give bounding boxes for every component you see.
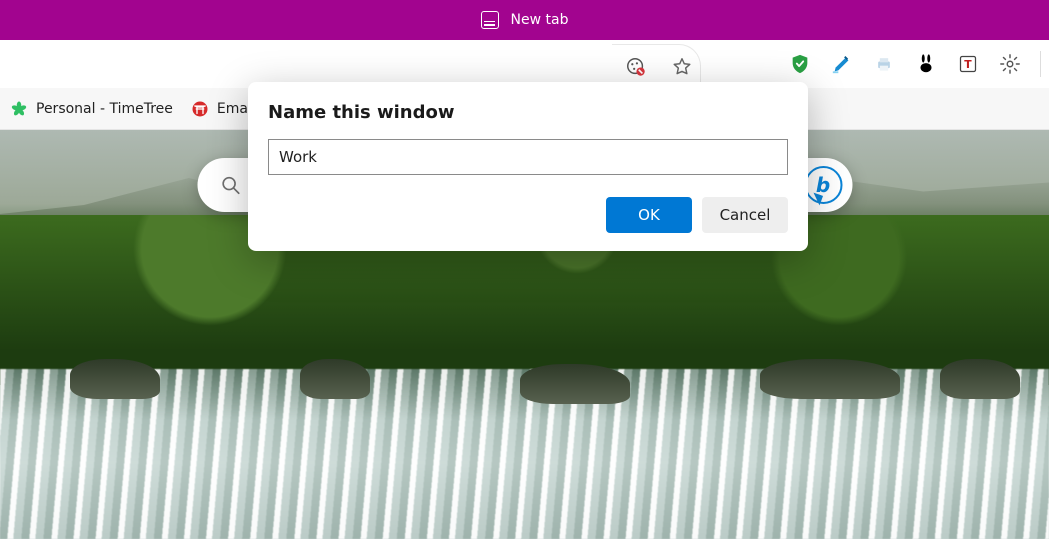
toolbar-separator — [1040, 51, 1041, 77]
favorite-label: Ema — [217, 101, 248, 117]
bg-rock — [760, 359, 900, 399]
timetree-icon — [10, 100, 28, 118]
tab-title: New tab — [511, 12, 569, 28]
settings-icon[interactable] — [998, 52, 1022, 76]
bg-rock — [300, 359, 370, 399]
browser-toolbar: T — [0, 40, 1049, 88]
cookie-blocked-icon[interactable] — [624, 55, 648, 79]
dialog-title: Name this window — [268, 102, 788, 123]
window-titlebar: New tab — [0, 0, 1049, 40]
toolbar-extensions: T — [788, 40, 1041, 88]
printer-icon[interactable] — [872, 52, 896, 76]
bg-rock — [520, 364, 630, 404]
bing-chat-button[interactable]: b — [804, 166, 842, 204]
rabbit-icon[interactable] — [914, 52, 938, 76]
t-badge-icon[interactable]: T — [956, 52, 980, 76]
new-tab-icon — [481, 11, 499, 29]
ok-button[interactable]: OK — [606, 197, 692, 233]
bing-b-icon: b — [816, 173, 830, 197]
bg-rock — [70, 359, 160, 399]
favorite-timetree[interactable]: Personal - TimeTree — [10, 100, 173, 118]
window-name-input[interactable] — [268, 139, 788, 175]
bg-rock — [940, 359, 1020, 399]
dialog-button-row: OK Cancel — [268, 197, 788, 233]
svg-text:T: T — [964, 58, 972, 71]
torii-icon — [191, 100, 209, 118]
search-icon — [219, 174, 241, 196]
adguard-icon[interactable] — [788, 52, 812, 76]
favorite-label: Personal - TimeTree — [36, 101, 173, 117]
favorite-star-icon[interactable] — [670, 55, 694, 79]
highlighter-icon[interactable] — [830, 52, 854, 76]
name-window-dialog: Name this window OK Cancel — [248, 82, 808, 251]
cancel-button[interactable]: Cancel — [702, 197, 788, 233]
favorite-ema[interactable]: Ema — [191, 100, 248, 118]
